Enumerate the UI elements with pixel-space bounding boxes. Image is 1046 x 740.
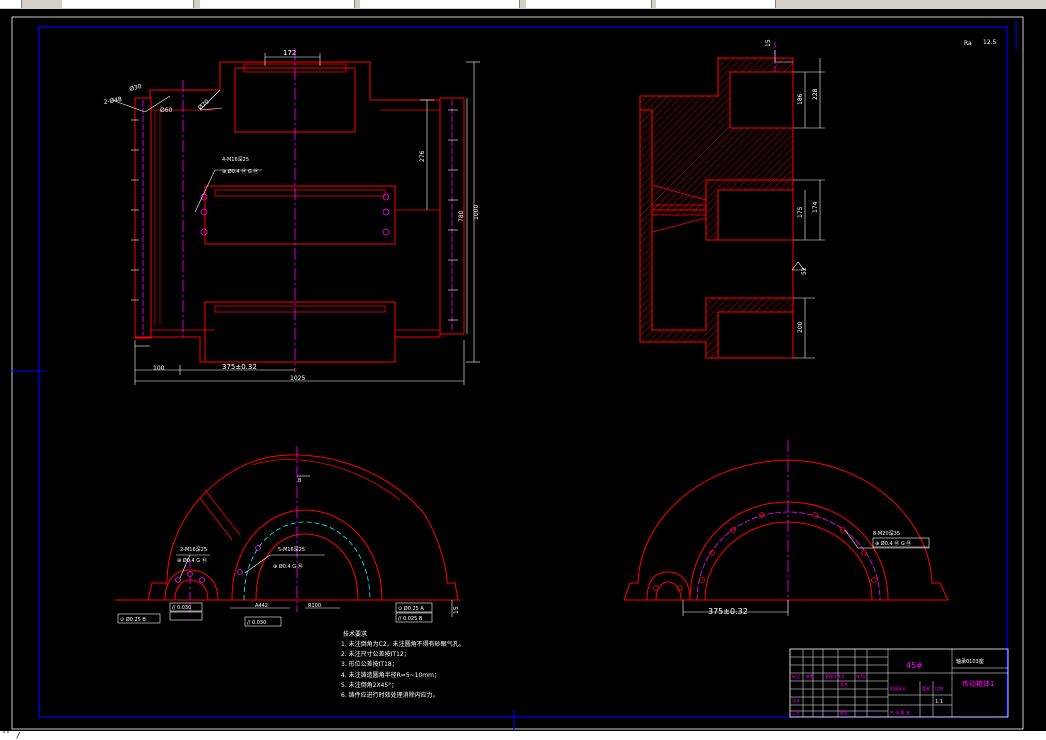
- side-section-view: 15 186 228 175 174 200 52: [639, 39, 825, 359]
- svg-text:标记: 标记: [792, 673, 800, 679]
- material-label: 45#: [906, 661, 923, 670]
- svg-text:批准: 批准: [840, 709, 848, 715]
- title-block: 标记 处数 更改文件号签名 年月日 设计工艺 批准 阶段标记 重量 比例 共 张 第 张 4…: [789, 648, 1009, 718]
- svg-text:设计: 设计: [792, 697, 800, 703]
- front-view-left: 2-M16深25 ⊕ Ø0.4 G Ⓜ 5-M16深25 ⊕ Ø0.4 G Ⓜ …: [115, 446, 460, 627]
- notes-heading: 技术要求: [343, 630, 367, 638]
- svg-text:阶段标记: 阶段标记: [890, 685, 906, 691]
- callout-front-a: 2-M16深25: [180, 546, 207, 553]
- dim-side-2: 228: [812, 88, 819, 100]
- callout-front-b-tolerance: ⊕ Ø0.4 G Ⓜ: [273, 563, 303, 570]
- svg-text:工艺: 工艺: [792, 710, 800, 715]
- callout-front-a-tolerance: ⊕ Ø0.4 G Ⓜ: [177, 557, 207, 564]
- document-tab[interactable]: [200, 0, 355, 8]
- note-line: 6. 铸件应进行时效处理消除内应力。: [341, 691, 439, 699]
- callout-top-view-tolerance: ⊕ Ø0.4 Ⓜ G Ⓜ: [222, 168, 258, 175]
- tol-frame-5: // 0.030: [247, 620, 266, 626]
- roughness-symbol: Ra: [964, 40, 972, 47]
- dim-left-offset: 100: [153, 365, 165, 372]
- dim-overall-height: 1000: [473, 205, 480, 220]
- cad-drawing-sheet: Ra 12.5 172 1025 100 375±0.32 1000 780 2…: [10, 16, 1024, 731]
- callout-front-b: 5-M16深25: [278, 546, 305, 553]
- dim-radius-1: A442: [255, 603, 268, 609]
- callout-top-view: 4-M16深25: [222, 156, 249, 163]
- dim-side-4: 174: [812, 201, 819, 213]
- dim-front-right-bottom: 375±0.32: [708, 607, 748, 616]
- document-tab[interactable]: [526, 0, 652, 8]
- dim-side-5: 200: [797, 321, 804, 333]
- status-bar: ﾟﾟ /: [0, 731, 1046, 740]
- dim-inner-height: 780: [458, 210, 465, 222]
- cad-drawing-canvas[interactable]: Ra 12.5 172 1025 100 375±0.32 1000 780 2…: [0, 9, 1046, 731]
- svg-text:签名: 签名: [840, 681, 848, 687]
- dim-radius-2: R100: [308, 603, 321, 609]
- roughness-value: 12.5: [983, 39, 997, 46]
- label-diameter-d: 2-Ø48: [103, 96, 122, 106]
- callout-front-right-tolerance: ⊕ Ø0.4 Ⓜ G Ⓜ: [875, 540, 911, 547]
- top-view: 172 1025 100 375±0.32 1000 780 276 4-M16…: [103, 48, 480, 385]
- tol-frame-4: // 0.025 B: [398, 616, 423, 622]
- svg-text:年月日: 年月日: [856, 673, 868, 679]
- tol-frame-3: ⊙ Ø0.25 A: [398, 605, 424, 612]
- dim-center-tolerance: 375±0.32: [222, 363, 257, 371]
- dim-side-3: 175: [797, 206, 804, 218]
- document-tab[interactable]: [0, 0, 22, 8]
- dim-top-width: 172: [283, 49, 296, 57]
- svg-text:重量: 重量: [922, 685, 930, 691]
- label-diameter-a: Ø30: [129, 83, 143, 93]
- note-line: 1. 未注倒角为C2，未注圆角不得有砂眼气孔。: [341, 640, 465, 648]
- note-line: 5. 未注倒角2X45°；: [341, 681, 397, 689]
- label-diameter-b: Ø60: [160, 107, 173, 114]
- svg-text:更改文件号: 更改文件号: [825, 673, 845, 679]
- note-line: 4. 未注铸造圆角半径R=5~10mm；: [341, 671, 440, 679]
- svg-text:比例: 比例: [935, 685, 943, 691]
- part-name: 传动箱体1: [962, 679, 994, 688]
- status-text: ﾟﾟ /: [3, 731, 21, 740]
- outer-sheet-border: [11, 16, 1024, 730]
- drawing-number: 轴承0103座: [956, 658, 984, 665]
- dim-front-b: B: [298, 478, 302, 484]
- dim-side-top: 15: [765, 39, 772, 47]
- dim-side-1: 186: [797, 93, 804, 105]
- svg-text:共 张 第 张: 共 张 第 张: [890, 709, 910, 715]
- document-tab[interactable]: [360, 0, 520, 8]
- document-tab[interactable]: [62, 0, 194, 8]
- document-tab[interactable]: [656, 0, 776, 8]
- callout-front-right: 8-M20深35: [873, 530, 900, 537]
- dim-front-side: 15: [453, 606, 460, 614]
- tol-frame-2: ⊙ Ø0.25 B: [120, 616, 146, 623]
- tol-frame-1: // 0.030: [172, 605, 191, 611]
- svg-text:处数: 处数: [806, 673, 814, 679]
- note-line: 2. 未注尺寸公差按IT12；: [341, 650, 410, 658]
- technical-notes: 技术要求 1. 未注倒角为C2，未注圆角不得有砂眼气孔。 2. 未注尺寸公差按I…: [341, 630, 465, 699]
- dim-total-width: 1025: [290, 375, 305, 382]
- note-line: 3. 形位公差按IT18；: [341, 660, 398, 668]
- dim-mid-height: 276: [419, 150, 426, 162]
- drawing-frame: [38, 26, 1008, 718]
- dim-side-angle: 52: [801, 267, 808, 275]
- front-view-right: 8-M20深35 ⊕ Ø0.4 Ⓜ G Ⓜ 375±0.32: [623, 440, 949, 616]
- scale-value: 1:1: [935, 699, 943, 705]
